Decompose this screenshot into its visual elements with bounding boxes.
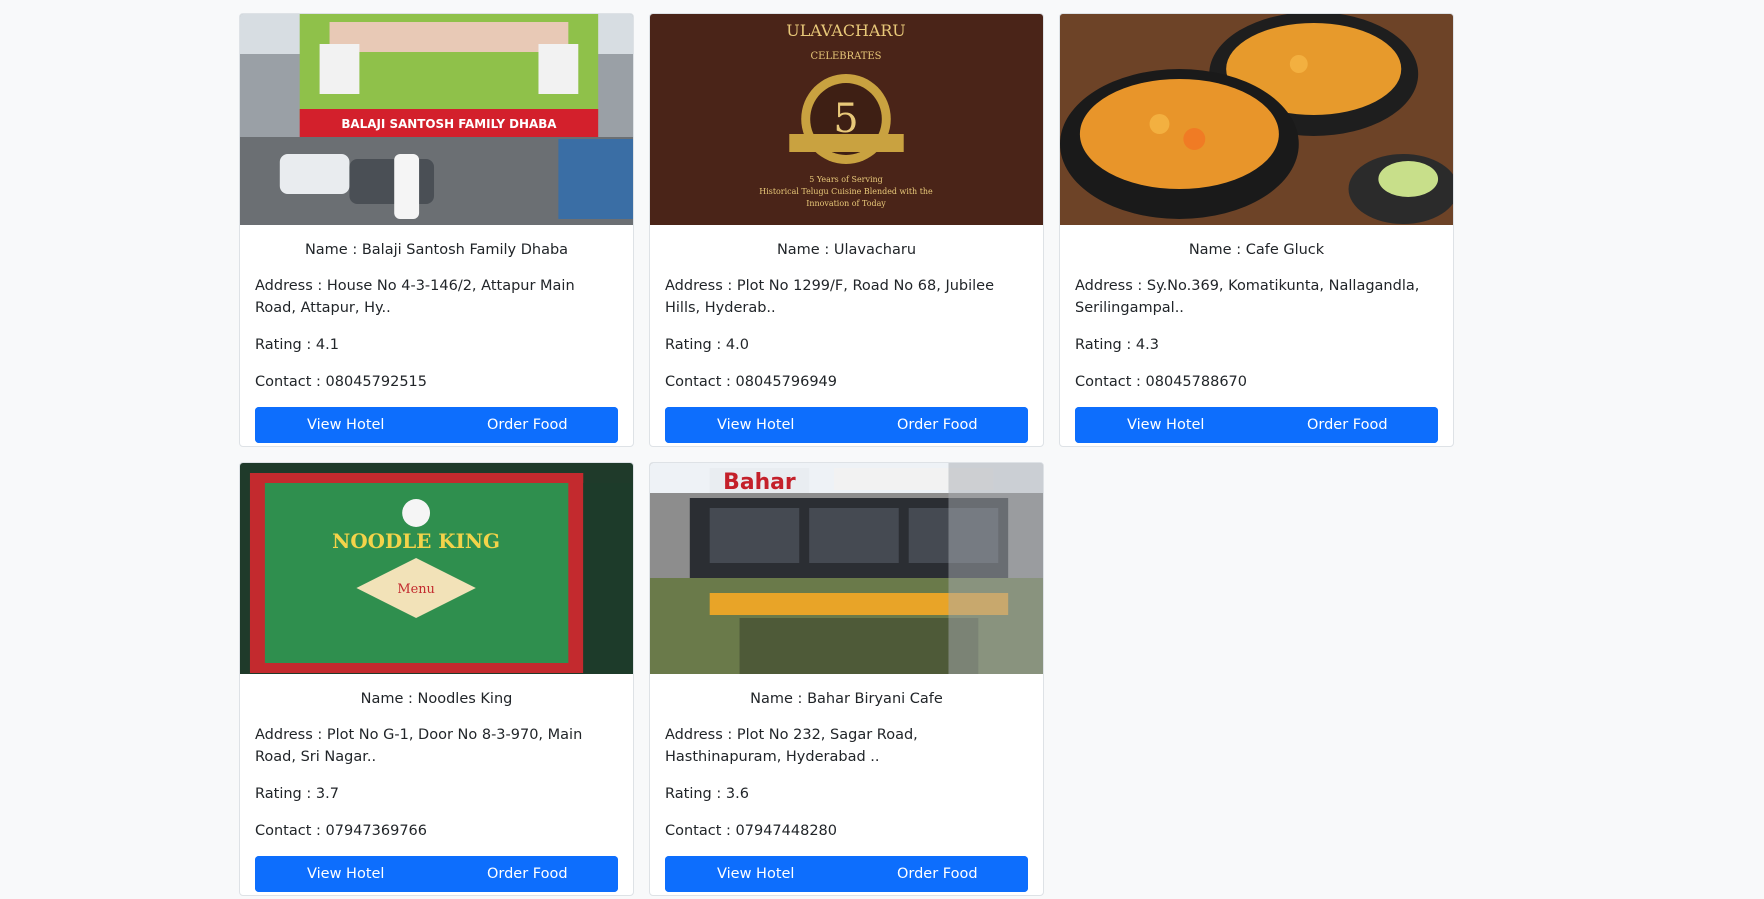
order-food-button[interactable]: Order Food bbox=[436, 407, 618, 443]
order-food-button[interactable]: Order Food bbox=[1256, 407, 1438, 443]
hotel-image[interactable]: NOODLE KING Menu bbox=[240, 463, 633, 674]
hotel-card: Bahar Name : Bahar Biryani Cafe Address … bbox=[649, 462, 1044, 896]
hotel-name: Name : Cafe Gluck bbox=[1188, 242, 1325, 258]
order-food-button[interactable]: Order Food bbox=[846, 856, 1028, 892]
hotel-image[interactable]: ULAVACHARU CELEBRATES 5 5 Years of Servi… bbox=[650, 14, 1043, 225]
hotel-rating: Rating : 3.7 bbox=[255, 786, 339, 802]
hotel-name: Name : Bahar Biryani Cafe bbox=[750, 691, 943, 707]
card-actions: View Hotel Order Food bbox=[255, 856, 618, 892]
card-actions: View Hotel Order Food bbox=[255, 407, 618, 443]
hotel-card: NOODLE KING Menu Name : Noodles King Add… bbox=[239, 462, 634, 896]
view-hotel-button[interactable]: View Hotel bbox=[665, 856, 847, 892]
hotel-name: Name : Balaji Santosh Family Dhaba bbox=[304, 242, 569, 258]
hotel-grid: BALAJI SANTOSH FAMILY DHABA Name : Balaj… bbox=[239, 13, 1454, 896]
hotel-image[interactable]: BALAJI SANTOSH FAMILY DHABA bbox=[240, 14, 633, 225]
order-food-button[interactable]: Order Food bbox=[846, 407, 1028, 443]
image-sign-text: ULAVACHARU bbox=[786, 21, 905, 40]
svg-text:Historical Telugu Cuisine Blen: Historical Telugu Cuisine Blended with t… bbox=[759, 187, 933, 196]
view-hotel-button[interactable]: View Hotel bbox=[1075, 407, 1257, 443]
hotel-address: Address : House No 4-3-146/2, Attapur Ma… bbox=[255, 278, 575, 316]
hotel-rating: Rating : 3.6 bbox=[665, 786, 749, 802]
card-actions: View Hotel Order Food bbox=[1075, 407, 1438, 443]
hotel-card: Name : Cafe Gluck Address : Sy.No.369, K… bbox=[1059, 13, 1454, 447]
hotel-rating: Rating : 4.1 bbox=[255, 337, 339, 353]
view-hotel-button[interactable]: View Hotel bbox=[255, 407, 437, 443]
svg-text:Innovation of Today: Innovation of Today bbox=[806, 199, 886, 208]
hotel-image[interactable]: Bahar bbox=[650, 463, 1043, 674]
hotel-card: BALAJI SANTOSH FAMILY DHABA Name : Balaj… bbox=[239, 13, 634, 447]
hotel-name: Name : Noodles King bbox=[360, 691, 513, 707]
hotel-image[interactable] bbox=[1060, 14, 1453, 225]
view-hotel-button[interactable]: View Hotel bbox=[255, 856, 437, 892]
image-sign-text: BALAJI SANTOSH FAMILY DHABA bbox=[341, 117, 557, 131]
hotel-card: ULAVACHARU CELEBRATES 5 5 Years of Servi… bbox=[649, 13, 1044, 447]
card-actions: View Hotel Order Food bbox=[665, 856, 1028, 892]
hotel-rating: Rating : 4.0 bbox=[665, 337, 749, 353]
hotel-name: Name : Ulavacharu bbox=[776, 242, 917, 258]
hotel-address: Address : Plot No G-1, Door No 8-3-970, … bbox=[255, 727, 583, 765]
image-sign-text: NOODLE KING bbox=[332, 529, 500, 553]
hotel-contact: Contact : 08045792515 bbox=[255, 374, 428, 390]
card-actions: View Hotel Order Food bbox=[665, 407, 1028, 443]
hotel-contact: Contact : 07947369766 bbox=[255, 823, 428, 839]
hotel-address: Address : Plot No 1299/F, Road No 68, Ju… bbox=[665, 278, 995, 316]
hotel-address: Address : Sy.No.369, Komatikunta, Nallag… bbox=[1075, 278, 1420, 316]
svg-text:5 Years of Serving: 5 Years of Serving bbox=[809, 175, 882, 184]
image-sign-text: Bahar bbox=[723, 470, 796, 495]
hotel-rating: Rating : 4.3 bbox=[1075, 337, 1159, 353]
hotel-contact: Contact : 08045788670 bbox=[1075, 374, 1248, 390]
hotel-contact: Contact : 07947448280 bbox=[665, 823, 838, 839]
order-food-button[interactable]: Order Food bbox=[436, 856, 618, 892]
svg-text:Menu: Menu bbox=[397, 582, 435, 597]
hotel-address: Address : Plot No 232, Sagar Road, Hasth… bbox=[665, 727, 918, 765]
hotel-contact: Contact : 08045796949 bbox=[665, 374, 838, 390]
svg-text:CELEBRATES: CELEBRATES bbox=[811, 51, 882, 62]
view-hotel-button[interactable]: View Hotel bbox=[665, 407, 847, 443]
